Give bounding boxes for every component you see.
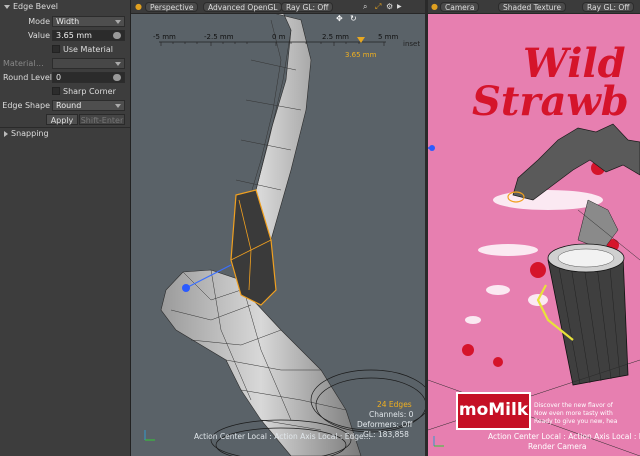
expand-triangle-icon [4, 130, 8, 137]
viewport-menu-icon[interactable]: ● [431, 2, 438, 12]
value-drag-handle-icon[interactable] [113, 32, 121, 39]
ad-copy-line: Now even more tasty with [534, 410, 613, 417]
twisted-mesh [512, 123, 640, 201]
round-level-label: Round Level [3, 73, 52, 82]
viewport-3d-scene [144, 7, 425, 456]
ad-copy-line: Discover the new flavor of [534, 402, 613, 409]
pan-icon[interactable]: ✥ [336, 14, 343, 24]
collapse-triangle-icon [4, 4, 10, 9]
sharp-corner-label: Sharp Corner [63, 87, 116, 96]
bevel-handle-icon[interactable] [429, 145, 435, 151]
apply-row: Apply Shift-Enter [0, 114, 130, 126]
camera-viewport-header: ● Camera Shaded Texture Ray GL: Off [428, 0, 640, 14]
mode-dropdown[interactable]: Width [52, 16, 125, 27]
ruler-tick-label: 2.5 mm [322, 33, 349, 41]
edge-count: 24 Edges [377, 400, 412, 409]
use-material-row: Use Material [0, 44, 130, 56]
edge-shape-row: Edge Shape Round [0, 100, 130, 112]
viewport-header: ● Perspective Advanced OpenGL Ray GL: Of… [131, 0, 425, 14]
render-camera-label: Render Camera [528, 442, 587, 451]
value-input[interactable]: 3.65 mm [52, 30, 125, 41]
rotate-icon[interactable]: ↻ [350, 14, 357, 24]
round-level-row: Round Level 0 [0, 72, 130, 84]
maximize-icon[interactable]: ⤢ [375, 2, 381, 12]
momilk-logo: moMilk [456, 392, 531, 430]
ruler-tick-label: 0 m [272, 33, 286, 41]
mode-row: Mode Width [0, 16, 130, 28]
snapping-label: Snapping [11, 129, 49, 138]
bevel-handle-icon[interactable] [182, 284, 190, 292]
axis-gizmo-icon [433, 436, 444, 447]
material-row: Material ... [0, 58, 130, 70]
view-type-tab[interactable]: Perspective [145, 2, 199, 12]
apply-shortcut-hint: Shift-Enter [79, 114, 125, 125]
round-level-input[interactable]: 0 [52, 72, 125, 83]
expand-right-icon[interactable]: ▶ [397, 2, 402, 12]
mode-label: Mode [28, 17, 50, 26]
snapping-section-header[interactable]: Snapping [0, 127, 49, 140]
axis-gizmo-icon [144, 430, 155, 441]
ruler-tick-label: -2.5 mm [204, 33, 234, 41]
ruler-ticks [160, 42, 385, 46]
shading-tab[interactable]: Shaded Texture [498, 2, 567, 12]
ruler-current-value: 3.65 mm [345, 51, 377, 59]
edge-shape-dropdown[interactable]: Round [52, 100, 125, 111]
bucket-mesh [547, 254, 629, 386]
use-material-checkbox[interactable] [52, 45, 60, 53]
ruler-tick-label: 5 mm [378, 33, 399, 41]
round-level-drag-handle-icon[interactable] [113, 74, 121, 81]
ad-title-line2: Strawb [472, 78, 629, 125]
viewport-menu-icon[interactable]: ● [135, 2, 142, 12]
material-dots: ... [36, 59, 44, 68]
apply-button[interactable]: Apply [46, 114, 78, 125]
gear-icon[interactable]: ⚙ [386, 2, 393, 12]
channels-status: Channels: 0 [369, 410, 414, 419]
use-material-label: Use Material [63, 45, 113, 54]
search-icon[interactable]: ⌕ [363, 2, 367, 12]
tool-properties-panel: Edge Bevel Mode Width Value 3.65 mm Use … [0, 0, 131, 456]
ruler-suffix: inset [403, 40, 421, 48]
raygl-tab[interactable]: Ray GL: Off [582, 2, 635, 12]
camera-viewport[interactable]: ● Camera Shaded Texture Ray GL: Off Wild… [428, 0, 640, 456]
material-label: Material [3, 59, 36, 68]
material-dropdown[interactable] [52, 58, 125, 69]
edge-shape-label: Edge Shape [2, 101, 50, 110]
sharp-corner-row: Sharp Corner [0, 86, 130, 98]
action-center-status: Action Center Local : Action Axis Local … [488, 432, 640, 441]
perspective-viewport[interactable]: ● Perspective Advanced OpenGL Ray GL: Of… [131, 0, 425, 456]
value-row: Value 3.65 mm [0, 30, 130, 42]
raygl-tab[interactable]: Ray GL: Off [281, 2, 334, 12]
shading-tab[interactable]: Advanced OpenGL [203, 2, 283, 12]
sharp-corner-checkbox[interactable] [52, 87, 60, 95]
edge-bevel-section-header[interactable]: Edge Bevel [0, 0, 130, 13]
view-type-tab[interactable]: Camera [440, 2, 480, 12]
ad-copy-line: Ready to give you new, hea [534, 418, 618, 425]
section-title: Edge Bevel [13, 2, 58, 11]
action-center-status: Action Center Local : Action Axis Local … [194, 432, 371, 441]
value-label: Value [28, 31, 50, 40]
ruler-tick-label: -5 mm [153, 33, 176, 41]
deformers-status: Deformers: Off [357, 420, 413, 429]
